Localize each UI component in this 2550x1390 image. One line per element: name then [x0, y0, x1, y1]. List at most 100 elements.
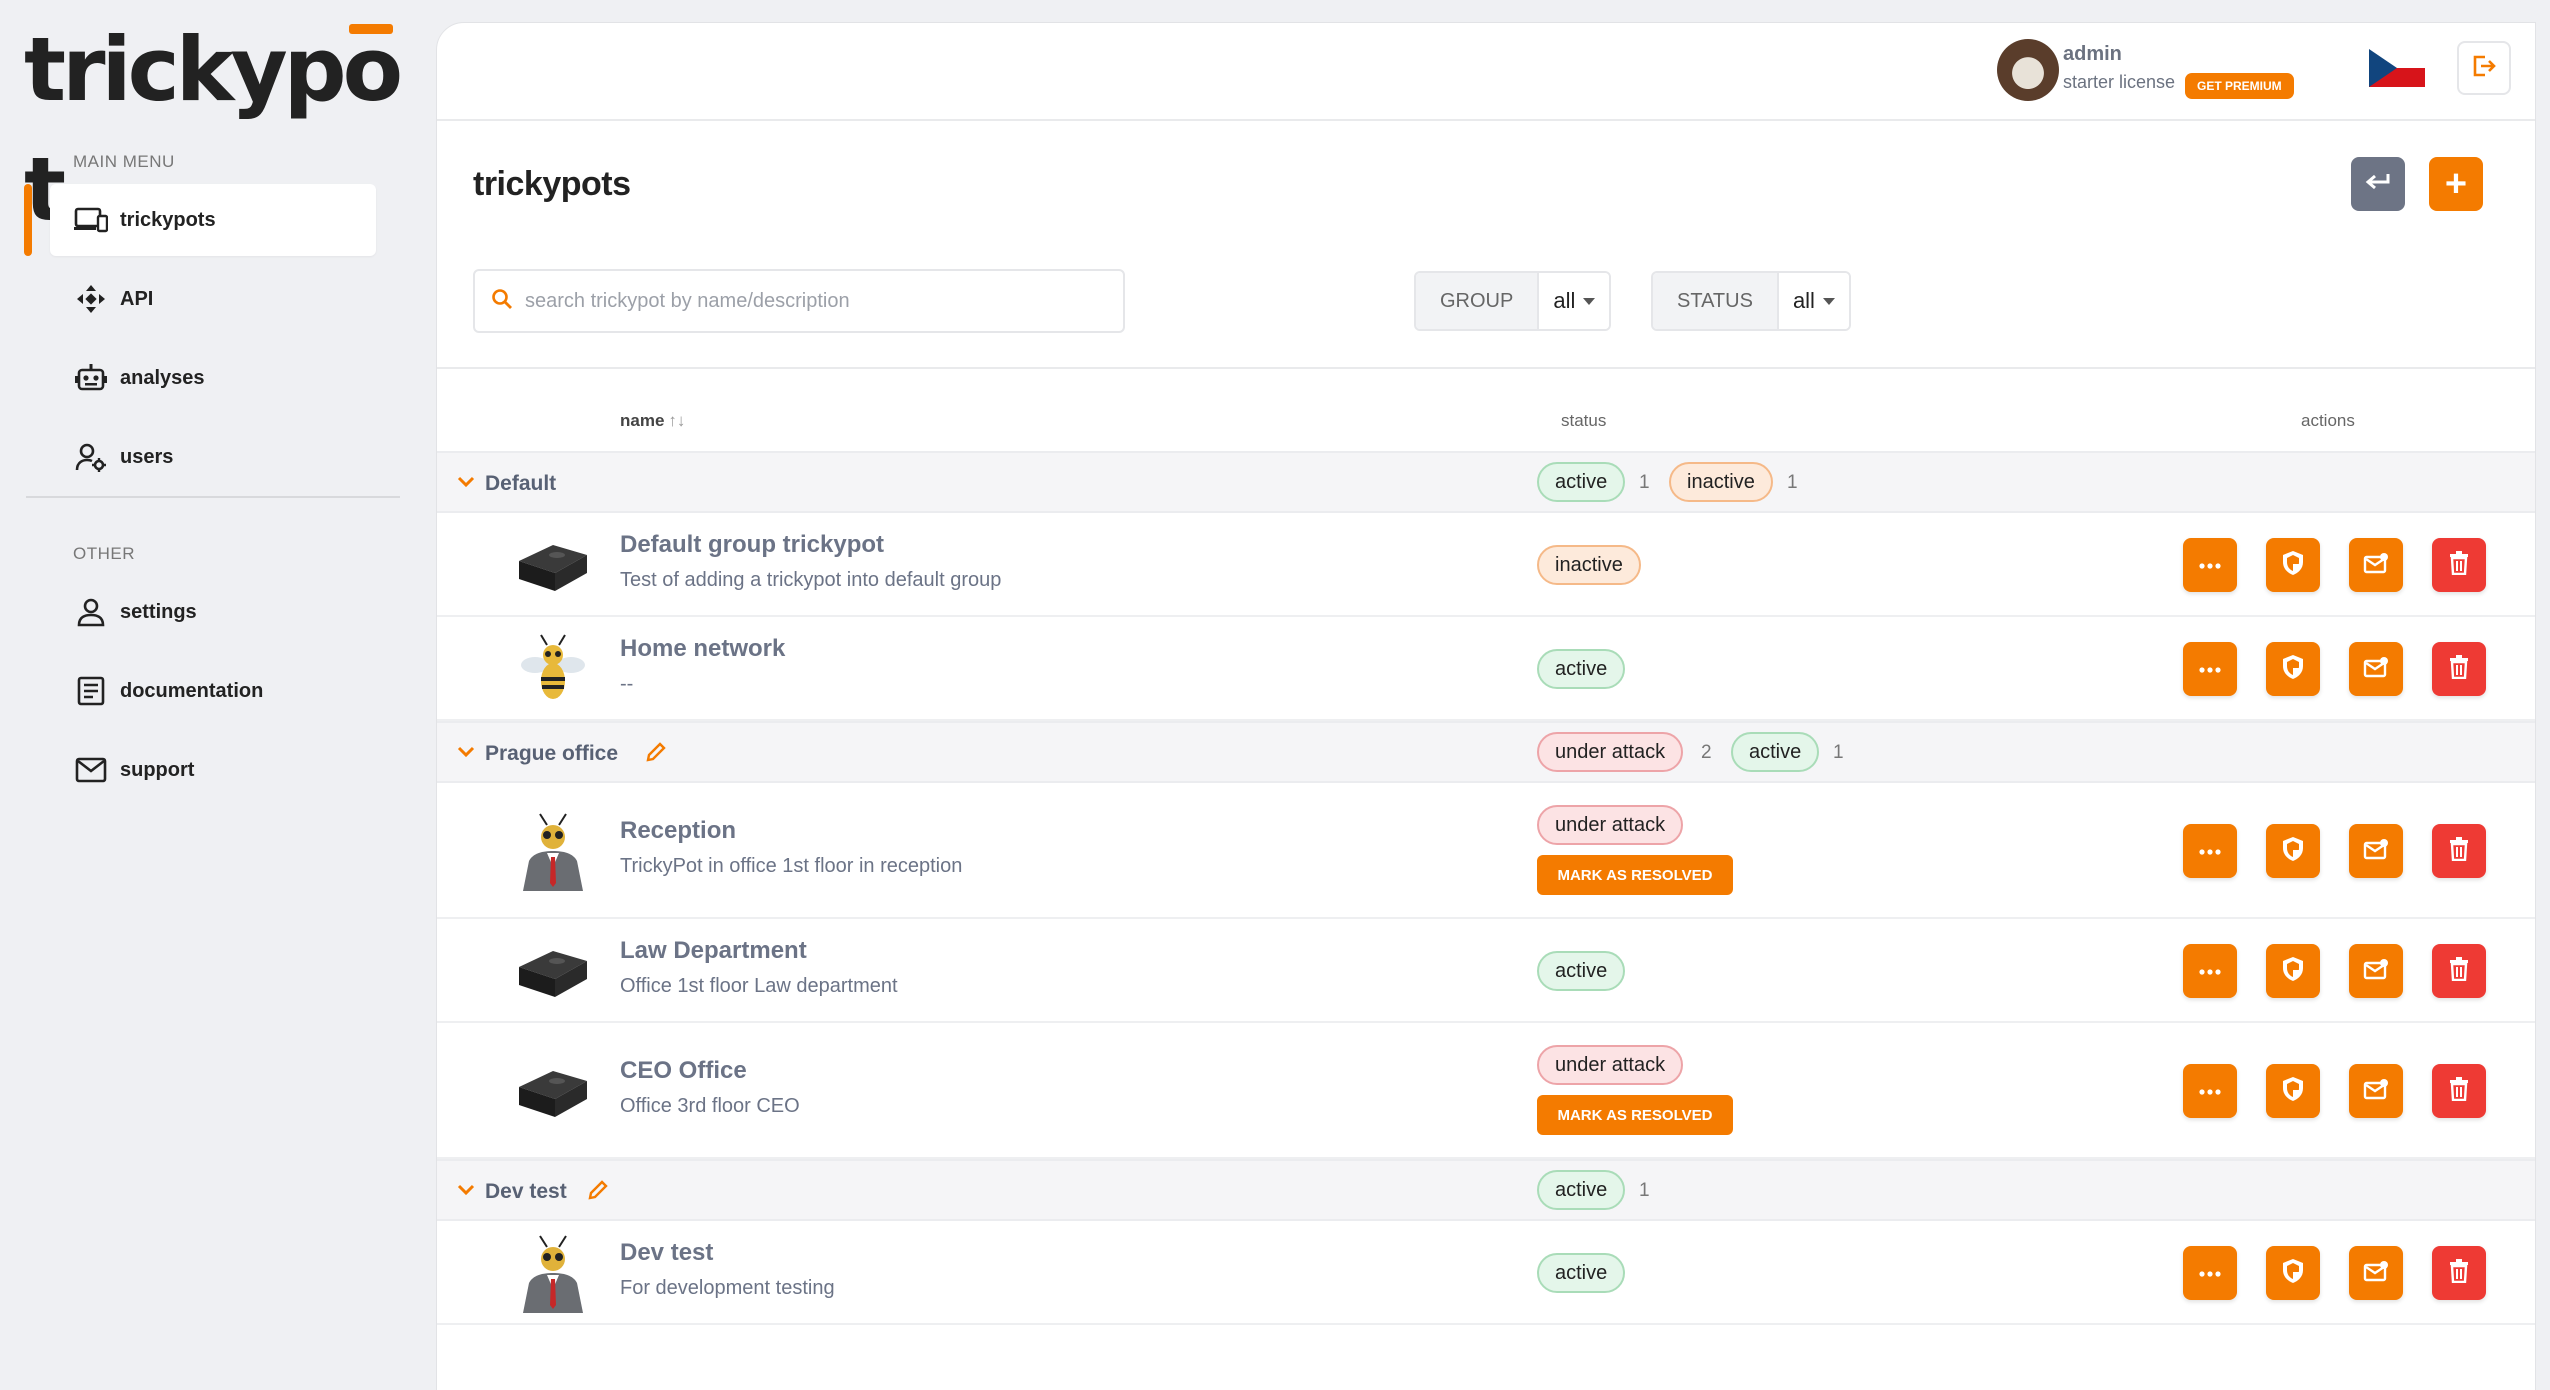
more-button[interactable]	[2183, 1064, 2237, 1118]
search-icon	[491, 288, 513, 315]
protect-button[interactable]	[2266, 824, 2320, 878]
document-icon	[74, 674, 108, 708]
notify-button[interactable]	[2349, 642, 2403, 696]
get-premium-button[interactable]: GET PREMIUM	[2185, 73, 2294, 99]
status-badge: active	[1537, 1253, 1626, 1293]
protect-button[interactable]	[2266, 1064, 2320, 1118]
table-row[interactable]: CEO Office Office 3rd floor CEO under atta…	[437, 1023, 2535, 1159]
sidebar-item-label: API	[120, 287, 154, 310]
table-row[interactable]: Dev test For development testing active	[437, 1221, 2535, 1325]
chevron-down-icon[interactable]	[457, 745, 475, 763]
status-filter[interactable]: STATUS all	[1651, 271, 1851, 331]
divider	[437, 367, 2535, 369]
users-gear-icon	[74, 440, 108, 474]
table-row[interactable]: Reception TrickyPot in office 1st floor i…	[437, 783, 2535, 919]
sidebar-item-support[interactable]: support	[50, 734, 376, 806]
chevron-down-icon[interactable]	[457, 1183, 475, 1201]
chevron-down-icon[interactable]	[457, 475, 475, 493]
sidebar-item-label: support	[120, 758, 195, 781]
pencil-icon[interactable]	[645, 741, 667, 768]
avatar[interactable]	[1997, 39, 2059, 101]
sidebar-divider	[26, 496, 400, 498]
delete-button[interactable]	[2432, 642, 2486, 696]
group-row[interactable]: Default active 1 inactive 1	[437, 451, 2535, 513]
group-row[interactable]: Prague office under attack 2 active 1	[437, 721, 2535, 783]
sidebar-item-trickypots[interactable]: trickypots	[50, 184, 376, 256]
sidebar-item-api[interactable]: API	[50, 263, 376, 335]
search-box[interactable]	[473, 269, 1125, 333]
trickypot-name[interactable]: Home network	[620, 635, 785, 663]
status-filter-label: STATUS	[1653, 273, 1779, 329]
status-badge: inactive	[1669, 462, 1773, 502]
trickypot-name[interactable]: Dev test	[620, 1239, 713, 1267]
mail-alert-icon	[2363, 656, 2389, 683]
trickypot-name[interactable]: Default group trickypot	[620, 531, 884, 559]
notify-button[interactable]	[2349, 1064, 2403, 1118]
back-button[interactable]	[2351, 157, 2405, 211]
more-button[interactable]	[2183, 538, 2237, 592]
chevron-down-icon	[1822, 297, 1835, 305]
shield-icon	[2281, 836, 2305, 867]
shield-icon	[2281, 956, 2305, 987]
group-filter-select[interactable]: all	[1539, 273, 1610, 329]
add-trickypot-button[interactable]: +	[2429, 157, 2483, 211]
protect-button[interactable]	[2266, 538, 2320, 592]
sidebar-item-label: analyses	[120, 366, 205, 389]
table-row[interactable]: Law Department Office 1st floor Law depar…	[437, 919, 2535, 1023]
sidebar: trickypot MAIN MENU trickypots API analy…	[0, 0, 430, 1390]
mark-as-resolved-button[interactable]: MARK AS RESOLVED	[1537, 855, 1733, 895]
czech-flag-icon[interactable]	[2369, 49, 2425, 87]
trickypot-description: Test of adding a trickypot into default …	[620, 569, 1002, 591]
delete-button[interactable]	[2432, 1246, 2486, 1300]
notify-button[interactable]	[2349, 944, 2403, 998]
shield-icon	[2281, 1076, 2305, 1107]
sidebar-item-analyses[interactable]: analyses	[50, 342, 376, 414]
delete-button[interactable]	[2432, 944, 2486, 998]
table-row[interactable]: Default group trickypot Test of adding a …	[437, 513, 2535, 617]
search-input[interactable]	[525, 289, 1085, 313]
more-button[interactable]	[2183, 824, 2237, 878]
mail-alert-icon	[2363, 1078, 2389, 1105]
pencil-icon[interactable]	[587, 1179, 609, 1206]
sidebar-item-label: users	[120, 445, 174, 468]
user-name[interactable]: admin	[2063, 43, 2122, 66]
more-icon	[2199, 1264, 2221, 1282]
more-button[interactable]	[2183, 1246, 2237, 1300]
trickypot-name[interactable]: CEO Office	[620, 1057, 747, 1085]
protect-button[interactable]	[2266, 642, 2320, 696]
sidebar-item-users[interactable]: users	[50, 421, 376, 493]
sidebar-item-settings[interactable]: settings	[50, 576, 376, 648]
protect-button[interactable]	[2266, 944, 2320, 998]
notify-button[interactable]	[2349, 824, 2403, 878]
trickypot-name[interactable]: Law Department	[620, 937, 807, 965]
delete-button[interactable]	[2432, 538, 2486, 592]
sidebar-item-label: documentation	[120, 679, 264, 702]
box-device-icon	[513, 1051, 593, 1131]
status-badge: active	[1731, 732, 1820, 772]
more-icon	[2199, 660, 2221, 678]
notify-button[interactable]	[2349, 538, 2403, 592]
table-row[interactable]: Home network -- active	[437, 617, 2535, 721]
box-device-icon	[513, 525, 593, 605]
trickypot-name[interactable]: Reception	[620, 817, 736, 845]
more-button[interactable]	[2183, 944, 2237, 998]
more-button[interactable]	[2183, 642, 2237, 696]
column-header-name[interactable]: name ↑↓	[620, 411, 685, 431]
logout-button[interactable]	[2457, 41, 2511, 95]
mark-as-resolved-button[interactable]: MARK AS RESOLVED	[1537, 1095, 1733, 1135]
other-heading: OTHER	[73, 544, 135, 563]
shield-icon	[2281, 1258, 2305, 1289]
group-filter[interactable]: GROUP all	[1414, 271, 1612, 331]
protect-button[interactable]	[2266, 1246, 2320, 1300]
mail-icon	[74, 753, 108, 787]
sidebar-item-documentation[interactable]: documentation	[50, 655, 376, 727]
bee-avatar-icon	[513, 629, 593, 709]
group-row[interactable]: Dev test active 1	[437, 1159, 2535, 1221]
sort-icon[interactable]: ↑↓	[668, 411, 685, 430]
delete-button[interactable]	[2432, 824, 2486, 878]
status-filter-select[interactable]: all	[1778, 273, 1849, 329]
delete-button[interactable]	[2432, 1064, 2486, 1118]
notify-button[interactable]	[2349, 1246, 2403, 1300]
trash-icon	[2449, 550, 2469, 580]
trash-icon	[2449, 1258, 2469, 1288]
